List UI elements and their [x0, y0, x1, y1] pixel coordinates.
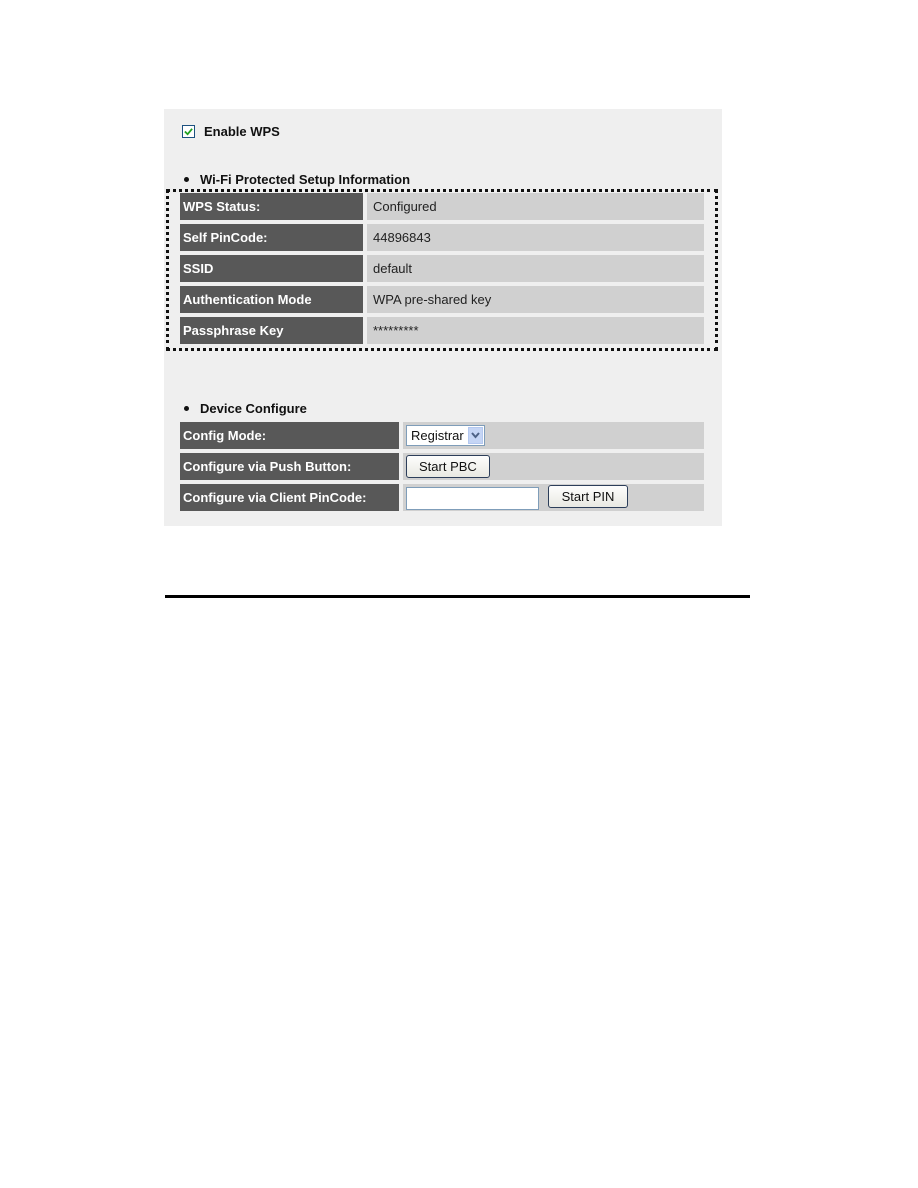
self-pincode-value: 44896843: [363, 224, 704, 251]
auth-mode-value: WPA pre-shared key: [363, 286, 704, 313]
wps-info-heading: Wi-Fi Protected Setup Information: [184, 172, 410, 187]
wps-status-label: WPS Status:: [180, 193, 363, 220]
self-pincode-label: Self PinCode:: [180, 224, 363, 251]
push-button-label: Configure via Push Button:: [180, 453, 399, 480]
device-configure-heading: Device Configure: [184, 401, 307, 416]
table-row: Passphrase Key *********: [180, 317, 704, 344]
client-pincode-label: Configure via Client PinCode:: [180, 484, 399, 511]
ssid-label: SSID: [180, 255, 363, 282]
enable-wps-checkbox[interactable]: [182, 124, 195, 138]
device-configure-title: Device Configure: [200, 401, 307, 416]
table-row: Config Mode: Registrar: [180, 422, 704, 449]
table-row: Configure via Client PinCode: Start PIN: [180, 484, 704, 511]
table-row: WPS Status: Configured: [180, 193, 704, 220]
wps-info-table: WPS Status: Configured Self PinCode: 448…: [180, 189, 704, 348]
enable-wps-row[interactable]: Enable WPS: [182, 123, 280, 139]
passphrase-value: *********: [363, 317, 704, 344]
wps-info-title: Wi-Fi Protected Setup Information: [200, 172, 411, 187]
bullet-icon: [184, 406, 189, 411]
auth-mode-label: Authentication Mode: [180, 286, 363, 313]
passphrase-label: Passphrase Key: [180, 317, 363, 344]
enable-wps-label: Enable WPS: [204, 123, 280, 139]
table-row: Configure via Push Button: Start PBC: [180, 453, 704, 480]
wps-status-value: Configured: [363, 193, 704, 220]
ssid-value: default: [363, 255, 704, 282]
horizontal-divider: [165, 595, 750, 598]
checkmark-icon: [184, 127, 193, 136]
start-pin-button[interactable]: Start PIN: [547, 485, 629, 509]
table-row: Authentication Mode WPA pre-shared key: [180, 286, 704, 313]
config-mode-selected: Registrar: [411, 428, 464, 443]
config-mode-select[interactable]: Registrar: [406, 425, 485, 446]
start-pbc-button[interactable]: Start PBC: [406, 455, 490, 478]
client-pincode-input[interactable]: [406, 486, 539, 510]
config-mode-label: Config Mode:: [180, 422, 399, 449]
table-row: SSID default: [180, 255, 704, 282]
chevron-down-icon[interactable]: [467, 427, 483, 444]
table-row: Self PinCode: 44896843: [180, 224, 704, 251]
device-configure-table: Config Mode: Registrar Configure via Pus…: [180, 418, 704, 515]
bullet-icon: [184, 177, 189, 182]
